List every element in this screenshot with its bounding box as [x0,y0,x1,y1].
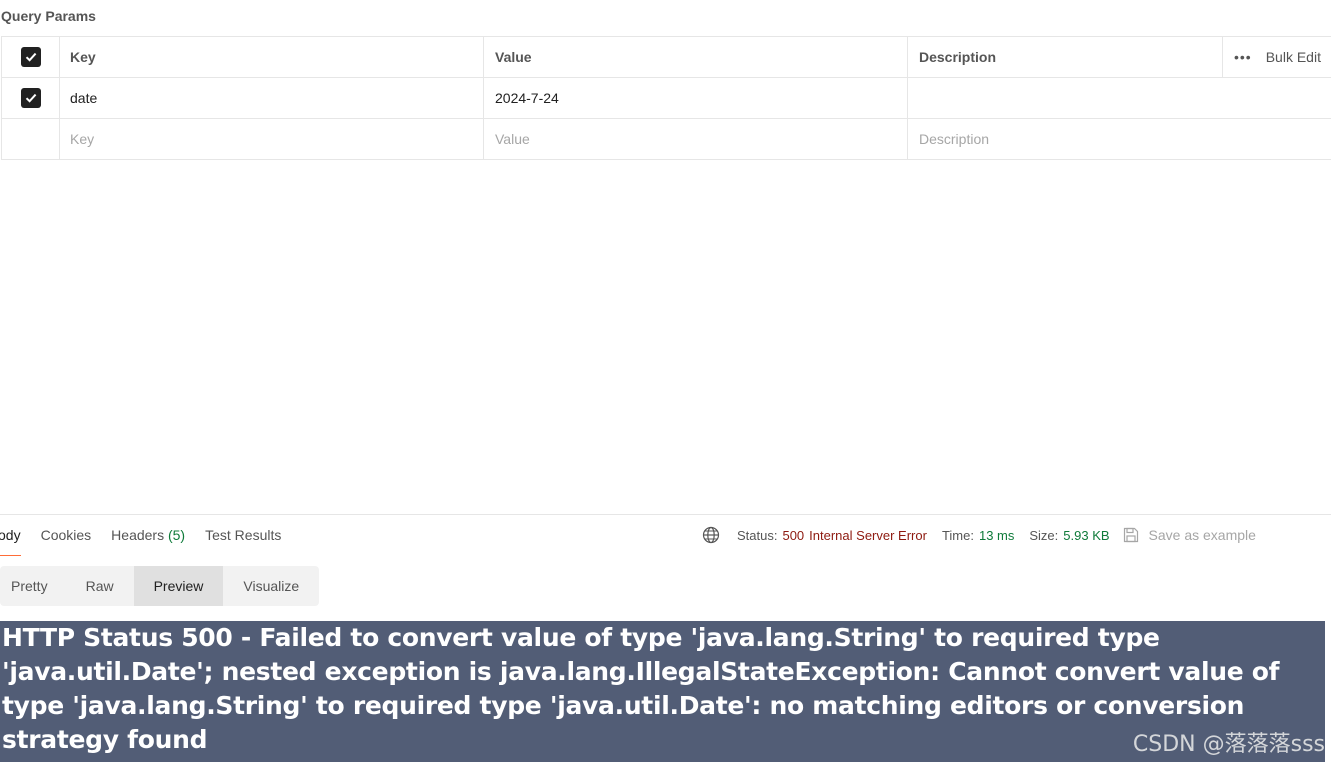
save-as-example-label: Save as example [1148,527,1256,543]
size-label: Size: [1029,527,1059,543]
table-header-row: Key Value Description ••• Bulk Edit [1,37,1331,78]
query-params-title: Query Params [1,8,96,24]
globe-icon[interactable] [702,526,720,544]
response-preview: HTTP Status 500 - Failed to convert valu… [0,621,1325,762]
panel-divider[interactable] [0,514,1331,515]
tab-cookies[interactable]: Cookies [41,522,92,556]
new-key-input[interactable]: Key [59,119,483,159]
table-row: date 2024-7-24 [1,78,1331,119]
tab-test-results[interactable]: Test Results [205,522,281,556]
csdn-watermark: CSDN @落落落sss [1132,732,1325,757]
tab-body[interactable]: ody [0,522,21,556]
param-key-field[interactable]: date [59,78,483,118]
tab-headers-label: Headers [111,527,165,543]
save-icon [1123,527,1138,543]
header-key: Key [59,37,483,77]
view-tab-raw[interactable]: Raw [66,566,134,606]
status-text[interactable]: Internal Server Error [809,528,927,543]
check-icon [25,93,36,103]
more-options-icon[interactable]: ••• [1234,50,1252,64]
select-all-cell [1,37,59,77]
bulk-edit-link[interactable]: Bulk Edit [1266,49,1321,65]
view-tab-pretty[interactable]: Pretty [0,566,66,606]
header-description: Description [907,37,1223,77]
new-description-input[interactable]: Description [907,119,1331,159]
response-tabs: ody Cookies Headers (5) Test Results [0,522,301,556]
param-description-field[interactable] [907,78,1331,118]
new-value-input[interactable]: Value [483,119,907,159]
table-row-new: Key Value Description [1,119,1331,160]
view-mode-tabs: Pretty Raw Preview Visualize [0,566,320,606]
view-tab-preview[interactable]: Preview [133,566,224,606]
query-params-table: Key Value Description ••• Bulk Edit date… [1,36,1331,160]
check-icon [25,52,36,62]
header-value: Value [483,37,907,77]
status-code[interactable]: 500 [782,528,804,543]
time-label: Time: [941,527,974,543]
size-value[interactable]: 5.93 KB [1063,528,1109,543]
view-tab-visualize[interactable]: Visualize [223,566,319,606]
tab-headers[interactable]: Headers (5) [111,522,185,556]
row-check-cell [1,78,59,118]
preview-error-heading: HTTP Status 500 - Failed to convert valu… [2,623,1280,754]
row-checkbox[interactable] [20,88,41,108]
response-status-bar: Status: 500 Internal Server Error Time: … [702,525,1256,545]
status-label: Status: [737,527,778,543]
param-value-field[interactable]: 2024-7-24 [483,78,907,118]
row-check-cell-empty [1,119,59,159]
time-value[interactable]: 13 ms [979,528,1014,543]
header-actions: ••• Bulk Edit [1222,37,1331,77]
save-as-example-button[interactable]: Save as example [1122,526,1256,544]
select-all-checkbox[interactable] [20,47,41,67]
headers-count: (5) [167,527,186,543]
